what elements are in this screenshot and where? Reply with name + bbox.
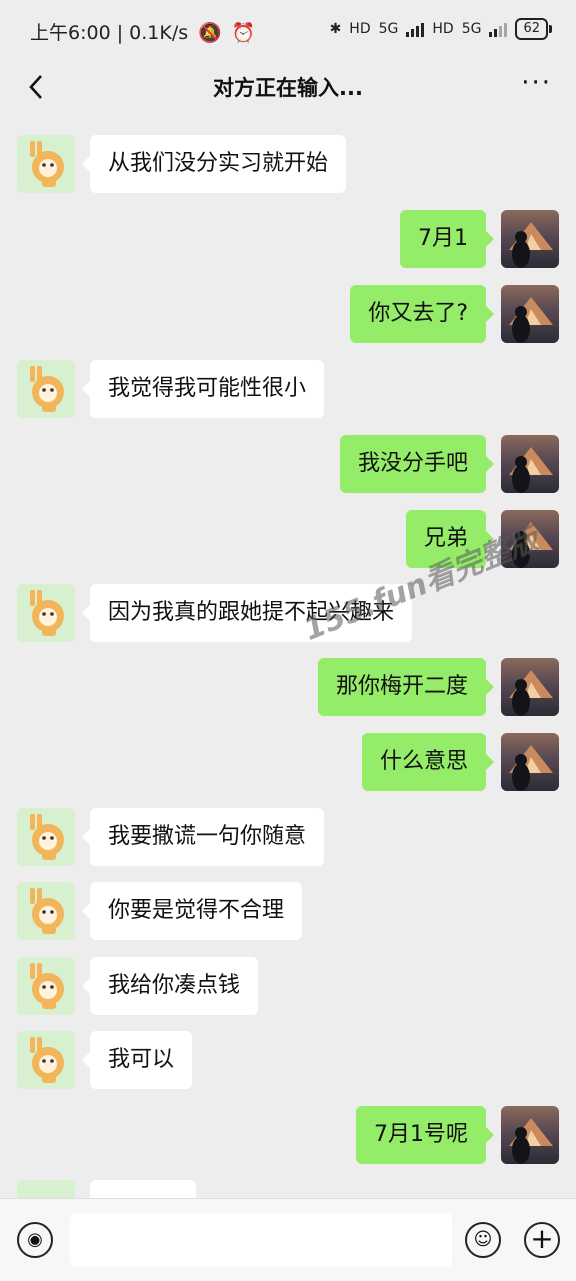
signal-icon-1 <box>406 21 425 37</box>
my-avatar[interactable] <box>501 658 559 716</box>
contact-avatar[interactable] <box>17 1031 75 1089</box>
emoji-icon[interactable]: ☺ <box>465 1222 501 1258</box>
received-bubble[interactable]: 我给你凑点钱 <box>81 957 259 1015</box>
my-avatar[interactable] <box>501 733 559 791</box>
sent-bubble[interactable]: 7月1 <box>400 210 494 268</box>
received-bubble[interactable]: 我觉得我可能性很小 <box>81 360 325 418</box>
status-time: 上午6:00 <box>30 22 111 44</box>
received-bubble[interactable]: 我可以 <box>81 1031 193 1089</box>
contact-avatar[interactable] <box>17 1180 75 1200</box>
signal-icon-2 <box>489 21 508 37</box>
voice-icon[interactable]: ◉ <box>17 1222 53 1258</box>
input-bar: ◉ ☺ + <box>0 1198 576 1281</box>
message-row: 你又去了? <box>0 285 576 343</box>
partial-bubble <box>90 1180 196 1200</box>
hd-badge-2: HD <box>432 21 454 37</box>
message-row: 我给你凑点钱 <box>0 957 576 1015</box>
chat-header: 对方正在输入... ··· <box>0 60 576 118</box>
hd-badge-1: HD <box>349 21 371 37</box>
plus-icon[interactable]: + <box>524 1222 560 1258</box>
received-bubble[interactable]: 从我们没分实习就开始 <box>81 135 347 193</box>
network-label-2: 5G <box>461 21 482 37</box>
contact-avatar[interactable] <box>17 584 75 642</box>
message-row: 什么意思 <box>0 733 576 791</box>
alarm-icon: ⏰ <box>231 22 256 44</box>
my-avatar[interactable] <box>501 1106 559 1164</box>
message-row: 7月1 <box>0 210 576 268</box>
mute-icon: 🔕 <box>198 22 222 44</box>
chat-title: 对方正在输入... <box>213 76 363 100</box>
sent-bubble[interactable]: 那你梅开二度 <box>317 658 495 716</box>
more-icon[interactable]: ··· <box>521 68 552 98</box>
message-row: 我要撒谎一句你随意 <box>0 808 576 866</box>
received-bubble[interactable]: 我要撒谎一句你随意 <box>81 808 325 866</box>
contact-avatar[interactable] <box>17 360 75 418</box>
battery-indicator: 62 <box>515 18 552 40</box>
bluetooth-icon: ✱ <box>329 21 342 37</box>
sent-bubble[interactable]: 你又去了? <box>350 285 494 343</box>
contact-avatar[interactable] <box>17 808 75 866</box>
contact-avatar[interactable] <box>17 882 75 940</box>
message-row: 我可以 <box>0 1031 576 1089</box>
status-bar: 上午6:00 | 0.1K/s 🔕 ⏰ ✱ HD 5G HD 5G 62 <box>0 0 576 60</box>
sent-bubble[interactable]: 我没分手吧 <box>339 435 495 493</box>
status-left: 上午6:00 | 0.1K/s 🔕 ⏰ <box>30 22 256 44</box>
network-speed: 0.1K/s <box>129 22 189 44</box>
message-row: 我觉得我可能性很小 <box>0 360 576 418</box>
message-row: 从我们没分实习就开始 <box>0 135 576 193</box>
message-row: 7月1号呢 <box>0 1106 576 1164</box>
message-input[interactable] <box>70 1213 452 1267</box>
my-avatar[interactable] <box>501 285 559 343</box>
sent-bubble[interactable]: 什么意思 <box>361 733 495 791</box>
contact-avatar[interactable] <box>17 135 75 193</box>
message-row: 那你梅开二度 <box>0 658 576 716</box>
message-row: 我没分手吧 <box>0 435 576 493</box>
my-avatar[interactable] <box>501 210 559 268</box>
my-avatar[interactable] <box>501 435 559 493</box>
contact-avatar[interactable] <box>17 957 75 1015</box>
network-label-1: 5G <box>378 21 399 37</box>
message-row: 因为我真的跟她提不起兴趣来 <box>0 584 576 642</box>
sent-bubble[interactable]: 7月1号呢 <box>356 1106 494 1164</box>
status-right: ✱ HD 5G HD 5G 62 <box>329 18 552 40</box>
received-bubble[interactable]: 你要是觉得不合理 <box>81 882 303 940</box>
partial-message-row <box>0 1180 576 1200</box>
message-row: 你要是觉得不合理 <box>0 882 576 940</box>
